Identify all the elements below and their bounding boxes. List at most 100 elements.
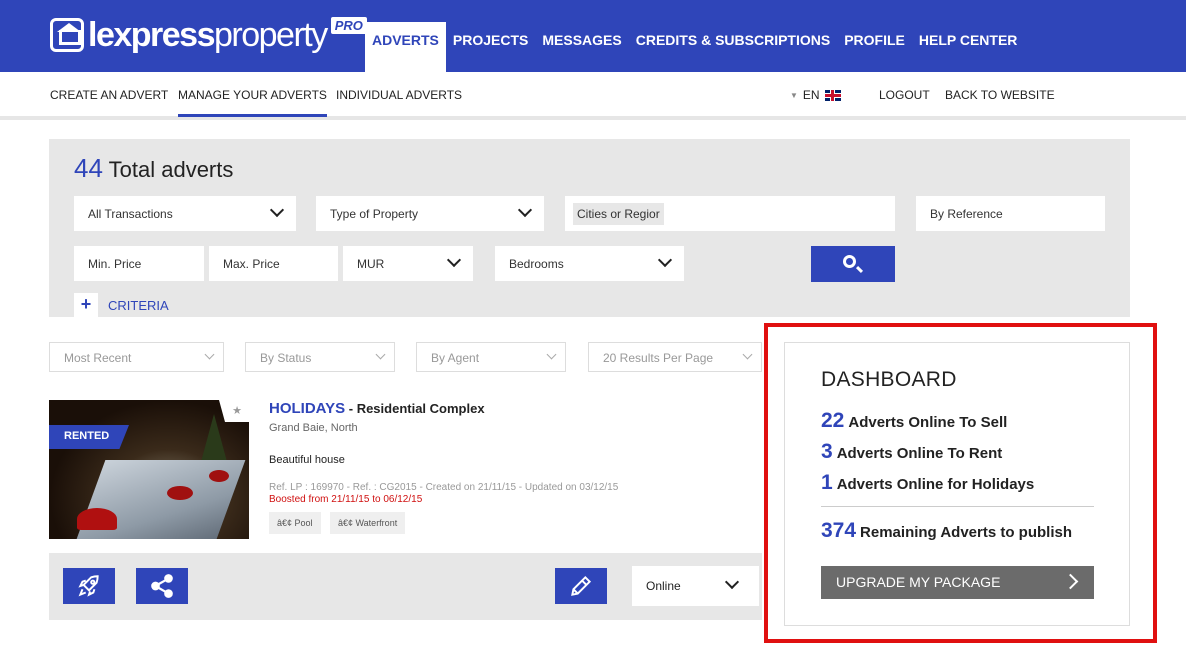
stat-online-sell: 22 Adverts Online To Sell [821,409,1007,433]
per-page-select[interactable]: 20 Results Per Page [588,342,762,372]
status-filter-select[interactable]: By Status [245,342,395,372]
chevron-down-icon [657,252,673,268]
dashboard-divider [821,506,1094,507]
chevron-down-icon [446,252,462,268]
criteria-toggle[interactable]: + CRITERIA [74,293,169,317]
chevron-down-icon [204,349,215,360]
sort-value: Most Recent [64,351,132,365]
bedrooms-value: Bedrooms [509,257,564,271]
nav-profile[interactable]: PROFILE [837,22,912,72]
stat-remaining-adverts: 374 Remaining Adverts to publish [821,519,1072,543]
agent-filter-select[interactable]: By Agent [416,342,566,372]
stat-count: 374 [821,519,857,542]
listing-thumbnail[interactable]: RENTED ★ [49,400,249,539]
photo-detail [167,486,193,500]
reference-placeholder: By Reference [930,207,1003,221]
total-adverts: 44 Total adverts [74,153,233,184]
language-label: EN [802,88,820,102]
chevron-down-icon [517,202,533,218]
listing-location: Grand Baie, North [269,422,358,434]
house-logo-icon [50,18,84,52]
main-nav: ADVERTS PROJECTS MESSAGES CREDITS & SUBS… [365,22,1024,72]
stat-online-holidays: 1 Adverts Online for Holidays [821,471,1034,495]
caret-down-icon: ▼ [790,90,798,100]
chevron-down-icon [269,202,285,218]
brand-name: lexpressproperty [88,15,328,54]
dashboard-panel: DASHBOARD 22 Adverts Online To Sell 3 Adve… [784,342,1130,626]
agent-filter-value: By Agent [431,351,480,365]
chevron-down-icon [724,574,740,590]
photo-detail [209,470,229,482]
per-page-value: 20 Results Per Page [603,351,714,365]
nav-messages[interactable]: MESSAGES [535,22,628,72]
sub-nav: CREATE AN ADVERT MANAGE YOUR ADVERTS IND… [0,72,1186,120]
min-price-input[interactable]: Min. Price [74,246,204,281]
search-icon [843,255,856,268]
back-to-website-link[interactable]: BACK TO WEBSITE [945,88,1055,102]
nav-projects[interactable]: PROJECTS [446,22,535,72]
transactions-value: All Transactions [88,207,173,221]
sort-select[interactable]: Most Recent [49,342,224,372]
stat-count: 1 [821,471,833,494]
listing-description: Beautiful house [269,454,345,466]
chevron-down-icon [742,349,753,360]
max-price-input[interactable]: Max. Price [209,246,338,281]
advert-status-value: Online [646,579,681,593]
nav-credits-subscriptions[interactable]: CREDITS & SUBSCRIPTIONS [629,22,837,72]
create-advert-link[interactable]: CREATE AN ADVERT [50,88,168,102]
stat-label: Adverts Online for Holidays [836,476,1035,493]
min-price-placeholder: Min. Price [88,257,142,271]
rented-badge: RENTED [49,425,129,449]
stat-count: 22 [821,409,845,432]
cities-input[interactable]: Cities or Regior [565,196,895,231]
nav-adverts[interactable]: ADVERTS [365,22,446,72]
manage-adverts-link[interactable]: MANAGE YOUR ADVERTS [178,88,327,117]
total-label: Total adverts [108,157,234,182]
listing-title-main: HOLIDAYS [269,400,346,417]
listing-actions-bar: Online [49,553,762,620]
reference-input[interactable]: By Reference [916,196,1105,231]
property-type-select[interactable]: Type of Property [316,196,544,231]
chevron-right-icon [1062,573,1079,590]
top-bar: lexpressproperty PRO ADVERTS PROJECTS ME… [0,0,1186,72]
currency-value: MUR [357,257,385,271]
plus-icon: + [74,293,98,317]
max-price-placeholder: Max. Price [223,257,280,271]
feature-tag: â€¢ Waterfront [330,512,406,534]
brand-logo[interactable]: lexpressproperty PRO [50,14,367,56]
cities-placeholder: Cities or Regior [573,203,664,225]
chevron-down-icon [546,349,557,360]
status-filter-value: By Status [260,351,312,365]
total-count: 44 [74,153,103,183]
upgrade-package-button[interactable]: UPGRADE MY PACKAGE [821,566,1094,599]
search-button[interactable] [811,246,895,282]
chevron-down-icon [375,349,386,360]
advert-status-select[interactable]: Online [632,566,759,606]
property-type-value: Type of Property [330,207,419,221]
star-icon[interactable]: ★ [219,400,249,422]
stat-label: Remaining Adverts to publish [860,524,1073,541]
listing-title-type: - Residential Complex [345,401,485,416]
feature-tag: â€¢ Pool [269,512,321,534]
stat-label: Adverts Online To Rent [836,445,1003,462]
logout-link[interactable]: LOGOUT [879,88,930,102]
photo-detail [77,508,117,530]
language-selector[interactable]: ▼ EN [790,88,841,102]
upgrade-label: UPGRADE MY PACKAGE [836,574,1001,590]
boost-button[interactable] [63,568,115,604]
transactions-select[interactable]: All Transactions [74,196,296,231]
search-panel: 44 Total adverts All Transactions Type o… [49,139,1130,317]
listing-boost-period: Boosted from 21/11/15 to 06/12/15 [269,494,423,505]
bedrooms-select[interactable]: Bedrooms [495,246,684,281]
dashboard-title: DASHBOARD [821,368,957,391]
currency-select[interactable]: MUR [343,246,473,281]
listing-title[interactable]: HOLIDAYS - Residential Complex [269,400,485,417]
edit-button[interactable] [555,568,607,604]
pencil-icon [571,575,592,596]
individual-adverts-link[interactable]: INDIVIDUAL ADVERTS [336,88,462,102]
criteria-label: CRITERIA [108,297,169,313]
share-button[interactable] [136,568,188,604]
stat-count: 3 [821,440,833,463]
share-icon [151,574,173,598]
nav-help-center[interactable]: HELP CENTER [912,22,1025,72]
